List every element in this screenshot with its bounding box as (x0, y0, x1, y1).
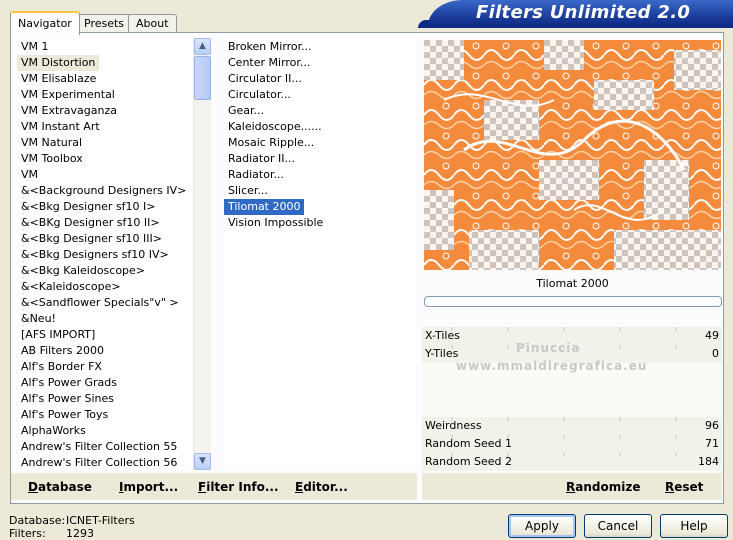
param-value: 96 (705, 419, 719, 432)
filter-item[interactable]: Tilomat 2000 (224, 199, 305, 215)
filter-info-button[interactable]: Filter Info... (198, 480, 279, 494)
category-item[interactable]: VM Toolbox (17, 151, 87, 167)
param-label: X-Tiles (425, 329, 460, 342)
watermark-url: www.mmaldiregrafica.eu (456, 359, 648, 373)
param-row[interactable]: Random Seed 2 184 (422, 453, 722, 472)
import-button[interactable]: Import... (119, 480, 178, 494)
scroll-up-button[interactable]: ▲ (194, 38, 211, 55)
filter-item[interactable]: Radiator... (224, 167, 288, 183)
database-label: Database: (9, 514, 66, 527)
category-item[interactable]: VM Natural (17, 135, 86, 151)
category-item[interactable]: Alf's Border FX (17, 359, 106, 375)
filter-item[interactable]: Radiator II... (224, 151, 299, 167)
category-list[interactable]: VM 1 VM Distortion VM Elisablaze VM Experim… (17, 38, 193, 470)
param-row[interactable]: Random Seed 1 71 (422, 435, 722, 454)
filter-item[interactable]: Broken Mirror... (224, 39, 316, 55)
chevron-up-icon: ▲ (199, 41, 206, 51)
filter-item[interactable]: Gear... (224, 103, 268, 119)
watermark-text: Pinuccia (516, 341, 581, 355)
category-item[interactable]: Andrew's Filter Collection 55 (17, 439, 181, 455)
param-value: 71 (705, 437, 719, 450)
category-item[interactable]: VM Extravaganza (17, 103, 121, 119)
param-value: 184 (698, 455, 719, 468)
category-item[interactable]: AB Filters 2000 (17, 343, 108, 359)
category-item[interactable]: &<Kaleidoscope> (17, 279, 125, 295)
category-item[interactable]: Alf's Power Sines (17, 391, 118, 407)
category-item[interactable]: VM Instant Art (17, 119, 104, 135)
category-item[interactable]: AlphaWorks (17, 423, 90, 439)
scroll-thumb[interactable] (194, 56, 211, 100)
param-label: Random Seed 2 (425, 455, 513, 468)
randomize-button[interactable]: Randomize (566, 480, 640, 494)
app-title: Filters Unlimited 2.0 (476, 2, 691, 23)
category-item[interactable]: [AFS IMPORT] (17, 327, 99, 343)
category-item[interactable]: &<Bkg Designer sf10 I> (17, 199, 160, 215)
category-item[interactable]: VM 1 (17, 39, 53, 55)
category-item[interactable]: Alf's Power Grads (17, 375, 121, 391)
category-item[interactable]: &<Sandflower Specials"v" > (17, 295, 183, 311)
preview-pattern (424, 40, 721, 270)
param-value: 49 (705, 329, 719, 342)
filter-item[interactable]: Kaleidoscope...... (224, 119, 326, 135)
apply-button[interactable]: Apply (508, 514, 576, 538)
filters-count-label: Filters: (9, 527, 46, 540)
filters-count-value: 1293 (66, 527, 94, 540)
filter-item[interactable]: Slicer... (224, 183, 272, 199)
progress-bar (424, 296, 722, 307)
param-label: Weirdness (425, 419, 482, 432)
left-toolbar: Database Import... Filter Info... Editor… (11, 473, 417, 500)
filter-item[interactable]: Center Mirror... (224, 55, 314, 71)
preview-caption: Tilomat 2000 (536, 277, 609, 290)
category-scrollbar[interactable]: ▲ ▼ (193, 38, 211, 470)
param-label: Y-Tiles (425, 347, 459, 360)
param-label: Random Seed 1 (425, 437, 513, 450)
category-item[interactable]: &<Bkg Designer sf10 III> (17, 231, 166, 247)
tab-navigator[interactable]: Navigator (10, 11, 80, 35)
filter-item[interactable]: Mosaic Ripple... (224, 135, 318, 151)
category-item[interactable]: &<Background Designers IV> (17, 183, 190, 199)
tab-about[interactable]: About (128, 14, 177, 33)
category-item[interactable]: &<Bkg Designers sf10 IV> (17, 247, 173, 263)
category-item[interactable]: Alf's Power Toys (17, 407, 112, 423)
cancel-button[interactable]: Cancel (584, 514, 652, 538)
help-button[interactable]: Help (660, 514, 728, 538)
category-item[interactable]: Andrew's Filter Collection 56 (17, 455, 181, 470)
category-item[interactable]: &<BKg Designer sf10 II> (17, 215, 164, 231)
filter-item[interactable]: Circulator II... (224, 71, 306, 87)
reset-button[interactable]: Reset (665, 480, 703, 494)
right-toolbar: Randomize Reset (422, 473, 722, 500)
database-button[interactable]: Database (28, 480, 92, 494)
param-row-empty (422, 381, 722, 400)
preview-image (424, 40, 721, 270)
category-item[interactable]: VM Elisablaze (17, 71, 100, 87)
chevron-down-icon: ▼ (199, 456, 206, 466)
filter-list[interactable]: Broken Mirror... Center Mirror... Circulat… (224, 38, 416, 470)
tab-presets[interactable]: Presets (76, 14, 133, 33)
param-row[interactable]: Weirdness 96 (422, 417, 722, 436)
param-value: 0 (712, 347, 719, 360)
editor-button[interactable]: Editor... (295, 480, 348, 494)
filter-item[interactable]: Vision Impossible (224, 215, 327, 231)
scroll-down-button[interactable]: ▼ (194, 453, 211, 470)
database-value: ICNET-Filters (66, 514, 135, 527)
category-item[interactable]: &<Bkg Kaleidoscope> (17, 263, 149, 279)
filter-item[interactable]: Circulator... (224, 87, 295, 103)
category-item[interactable]: &Neu! (17, 311, 60, 327)
category-item[interactable]: VM (17, 167, 42, 183)
category-item[interactable]: VM Distortion (17, 55, 100, 71)
param-row-empty (422, 399, 722, 418)
category-item[interactable]: VM Experimental (17, 87, 119, 103)
